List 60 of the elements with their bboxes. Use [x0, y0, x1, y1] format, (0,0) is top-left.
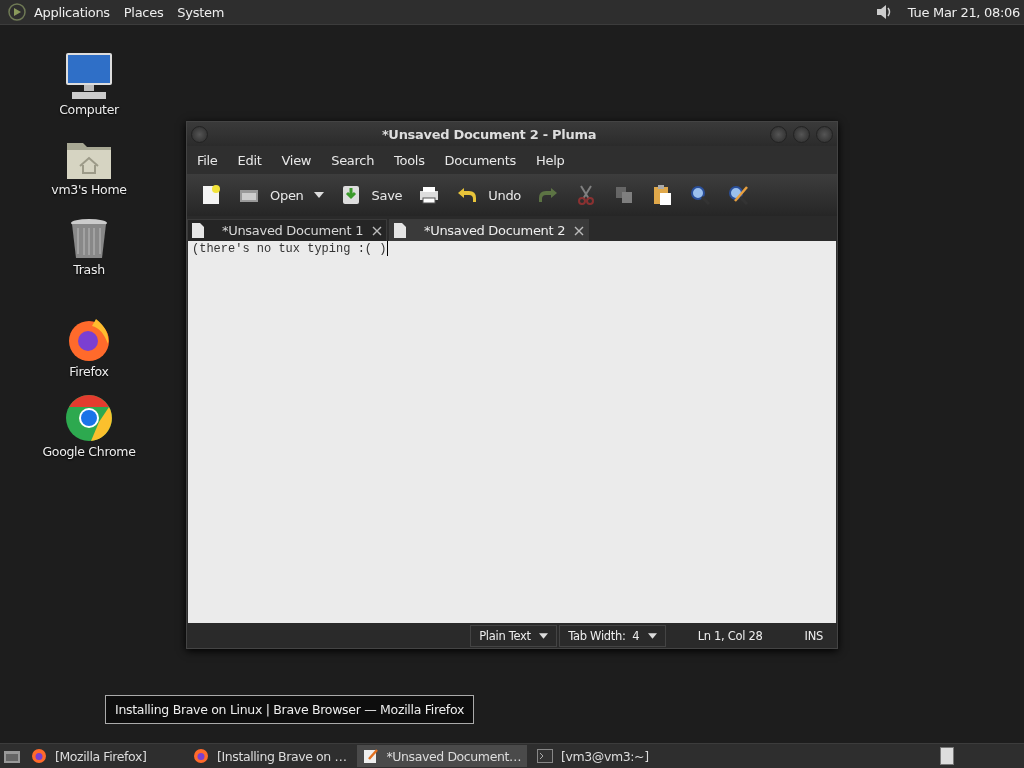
tab-width-dropdown[interactable]: Tab Width: 4	[559, 624, 666, 647]
panel-menu[interactable]: Applications	[34, 4, 110, 20]
open-button[interactable]: Open	[233, 180, 329, 210]
menu-item[interactable]: Documents	[444, 152, 517, 168]
menu-item[interactable]: Tools	[394, 152, 425, 168]
trash-icon[interactable]	[70, 218, 108, 260]
caret-icon	[313, 192, 324, 198]
magnifier-icon	[689, 184, 711, 206]
text-editor[interactable]: (there's no tux typing :( )	[188, 241, 836, 623]
firefox-icon	[31, 748, 47, 764]
document-tab[interactable]: *Unsaved Document 2	[389, 219, 589, 241]
menu-item[interactable]: Search	[331, 152, 375, 168]
terminal-icon	[537, 749, 554, 763]
menu-item[interactable]: File	[197, 152, 218, 168]
copy-icon	[613, 184, 635, 206]
folder-home-icon[interactable]	[66, 140, 112, 180]
firefox-icon[interactable]	[66, 316, 112, 362]
menu-logo-icon[interactable]	[8, 3, 26, 21]
desktop-icon-label[interactable]: Google Chrome	[42, 444, 136, 459]
clock[interactable]: Tue Mar 21, 08:06	[907, 4, 1020, 20]
scissors-icon	[575, 184, 597, 206]
desktop-icon-label[interactable]: Firefox	[69, 364, 109, 379]
desktop-icon-label[interactable]: vm3's Home	[51, 182, 127, 197]
caret-icon	[539, 632, 549, 639]
panel-menu[interactable]: Places	[123, 4, 164, 20]
desktop-icon-label[interactable]: Trash	[73, 262, 105, 277]
menu-item[interactable]: View	[281, 152, 312, 168]
menu-item[interactable]: Help	[536, 152, 565, 168]
insert-mode: INS	[804, 628, 823, 643]
undo-button[interactable]: Undo	[451, 180, 526, 210]
clipboard-icon	[651, 184, 673, 206]
window-title: *Unsaved Document 2 - Pluma	[380, 126, 598, 142]
caret-icon	[647, 632, 657, 639]
chrome-icon[interactable]	[65, 394, 113, 442]
firefox-icon	[193, 748, 209, 764]
text-cursor	[387, 241, 389, 256]
show-desktop-icon[interactable]	[3, 748, 21, 764]
document-icon	[192, 223, 204, 238]
language-dropdown[interactable]: Plain Text	[470, 624, 558, 647]
cursor-position: Ln 1, Col 28	[697, 628, 763, 643]
new-document-icon	[200, 184, 222, 206]
document-icon	[394, 223, 406, 238]
taskbar-button[interactable]: [Mozilla Firefox]	[25, 745, 183, 767]
panel-menu[interactable]: System	[177, 4, 225, 20]
close-icon[interactable]	[574, 225, 584, 236]
find-replace-icon	[727, 184, 749, 206]
menu-item[interactable]: Edit	[237, 152, 262, 168]
workspace-switcher[interactable]	[940, 747, 954, 765]
document-tab[interactable]: *Unsaved Document 1	[187, 219, 387, 241]
desktop-icon-label[interactable]: Computer	[59, 102, 119, 117]
tooltip: Installing Brave on Linux | Brave Browser — Mozilla Firefox	[105, 695, 474, 724]
editor-text: (there's no tux typing :( )	[192, 241, 387, 257]
save-button[interactable]: Save	[334, 180, 408, 210]
text-editor-icon	[362, 748, 379, 764]
computer-icon[interactable]	[64, 52, 114, 100]
taskbar-button[interactable]: *Unsaved Document…	[356, 745, 528, 767]
taskbar-button[interactable]: [Installing Brave on …	[187, 745, 353, 767]
taskbar-button[interactable]: [vm3@vm3:~]	[531, 745, 690, 767]
printer-icon	[418, 184, 441, 206]
close-icon[interactable]	[372, 225, 382, 236]
